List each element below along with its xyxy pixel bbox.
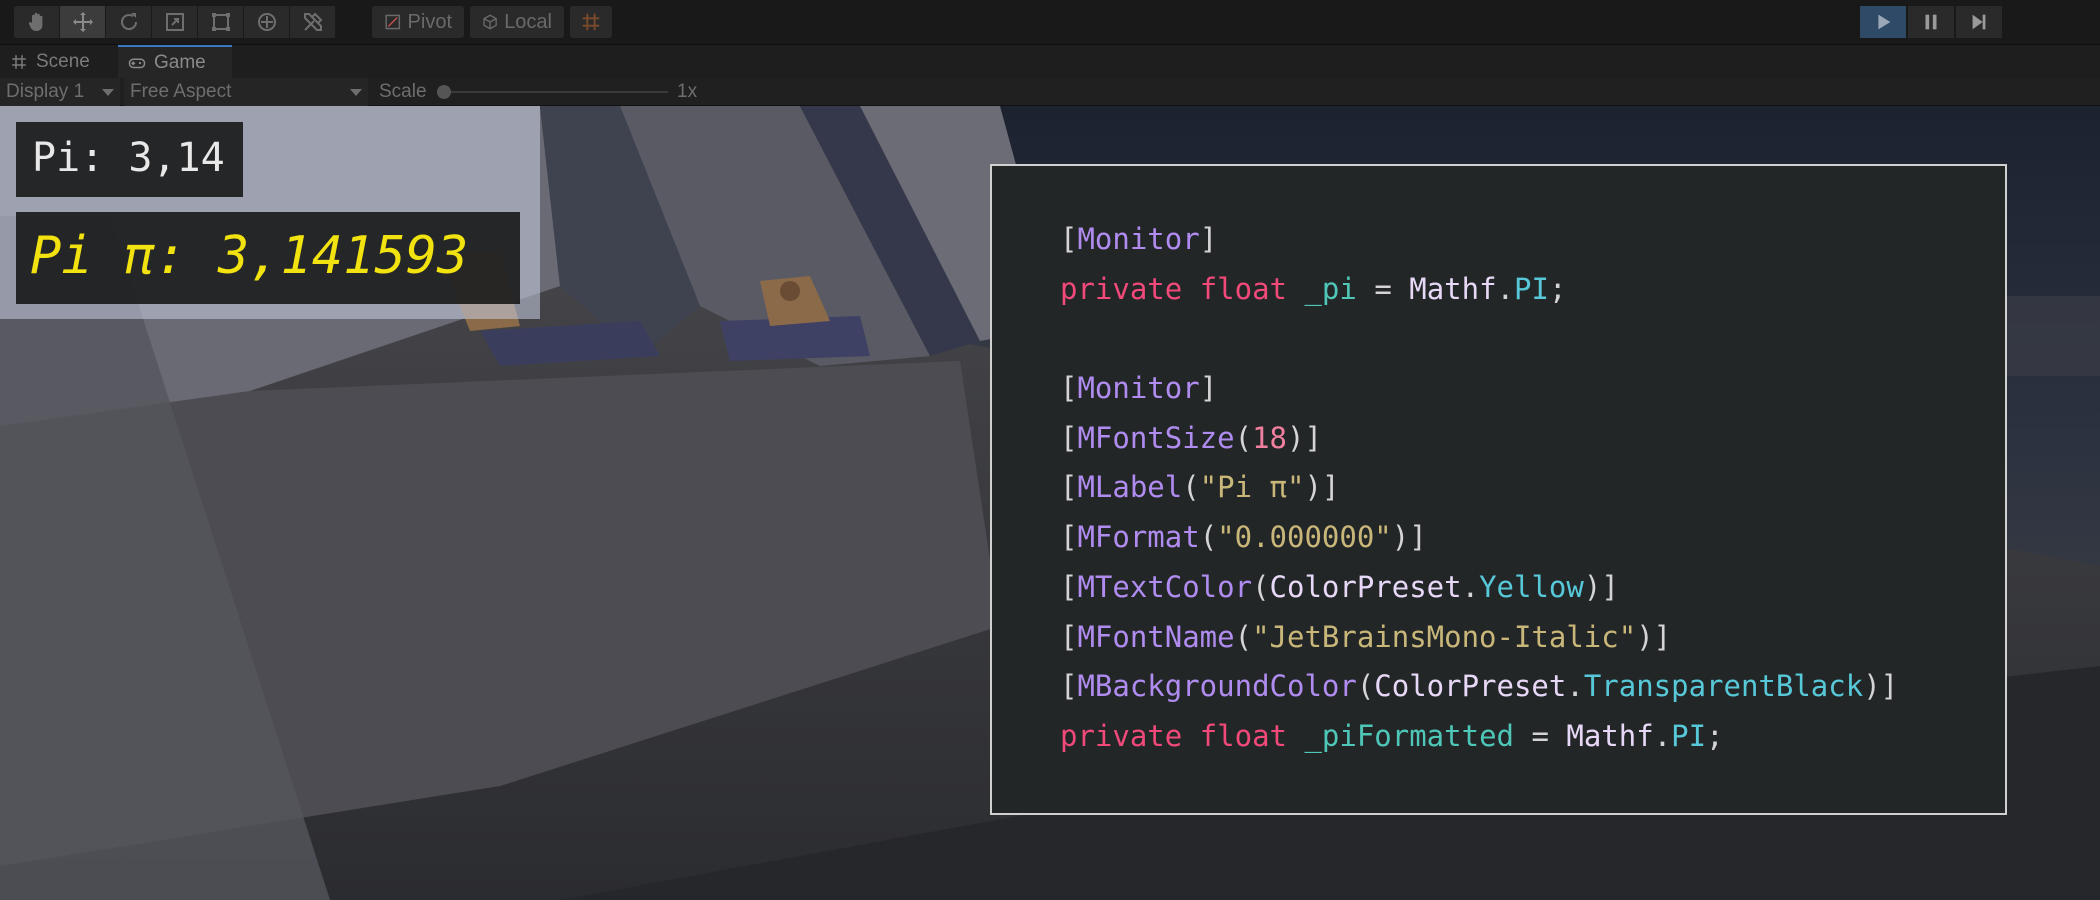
transform-tools	[14, 6, 336, 38]
tab-scene[interactable]: Scene	[0, 45, 100, 78]
playback-controls	[1860, 6, 2002, 38]
tools-icon	[303, 12, 322, 31]
pivot-icon	[385, 14, 401, 30]
chevron-down-icon	[350, 88, 362, 96]
gamepad-icon	[128, 58, 146, 68]
cube-icon	[483, 14, 497, 30]
code-line-7: [MTextColor(ColorPreset.Yellow)]	[1060, 569, 1619, 604]
monitor-pi-formatted-value: Pi π: 3,141593	[16, 212, 520, 304]
hand-tool-button[interactable]	[14, 6, 60, 38]
aspect-dropdown[interactable]: Free Aspect	[124, 78, 368, 106]
scale-slider-track[interactable]	[444, 91, 668, 93]
tab-game-label: Game	[154, 51, 206, 73]
monitor-pi-value: Pi: 3,14	[16, 122, 243, 197]
rect-icon	[211, 13, 230, 31]
rotate-tool-button[interactable]	[106, 6, 152, 38]
scale-value: 1x	[677, 81, 698, 102]
move-icon	[72, 12, 93, 32]
tab-scene-label: Scene	[36, 50, 90, 72]
rect-tool-button[interactable]	[198, 6, 244, 38]
code-line-5: [MLabel("Pi π")]	[1060, 470, 1340, 505]
code-line-10: private float _piFormatted = Mathf.PI;	[1060, 718, 1724, 753]
display-dropdown[interactable]: Display 1	[0, 78, 120, 106]
grid-icon	[12, 54, 26, 69]
move-tool-button[interactable]	[60, 6, 106, 38]
pause-icon	[1925, 14, 1937, 30]
scale-label: Scale	[379, 81, 427, 102]
step-icon	[1972, 14, 1986, 30]
code-line-2: private float _pi = Mathf.PI;	[1060, 271, 1567, 306]
game-view-controls: Display 1 Free Aspect Scale 1x	[0, 78, 2100, 106]
local-label: Local	[504, 10, 552, 33]
aspect-value: Free Aspect	[130, 81, 232, 102]
tab-game[interactable]: Game	[118, 45, 232, 78]
code-line-6: [MFormat("0.000000")]	[1060, 520, 1427, 555]
custom-tool-button[interactable]	[290, 6, 336, 38]
grid-snap-button[interactable]	[570, 6, 612, 38]
local-toggle-button[interactable]: Local	[470, 6, 564, 38]
step-button[interactable]	[1956, 6, 2002, 38]
pivot-label: Pivot	[407, 10, 452, 33]
rotate-icon	[120, 13, 137, 31]
code-line-3: [Monitor]	[1060, 371, 1218, 406]
code-line-4: [MFontSize(18)]	[1060, 420, 1322, 455]
play-button[interactable]	[1860, 6, 1906, 38]
display-value: Display 1	[6, 81, 85, 102]
pivot-toggle-button[interactable]: Pivot	[372, 6, 464, 38]
pause-button[interactable]	[1908, 6, 1954, 38]
scale-tool-button[interactable]	[152, 6, 198, 38]
code-snippet-card: [Monitor] private float _pi = Mathf.PI; …	[990, 164, 2007, 815]
code-line-1: [Monitor]	[1060, 222, 1218, 256]
code-line-8: [MFontName("JetBrainsMono-Italic")]	[1060, 619, 1672, 654]
view-tabs: Scene Game	[0, 45, 2100, 78]
transform-tool-button[interactable]	[244, 6, 290, 38]
chevron-down-icon	[102, 88, 114, 96]
play-icon	[1878, 14, 1891, 30]
grid-snap-icon	[582, 13, 600, 31]
transform-icon	[257, 13, 276, 31]
hand-icon	[28, 12, 42, 31]
code-line-9: [MBackgroundColor(ColorPreset.Transparen…	[1060, 669, 1899, 704]
scale-icon	[165, 13, 184, 31]
main-toolbar: Pivot Local	[0, 0, 2100, 45]
scale-slider-handle[interactable]	[437, 85, 451, 99]
